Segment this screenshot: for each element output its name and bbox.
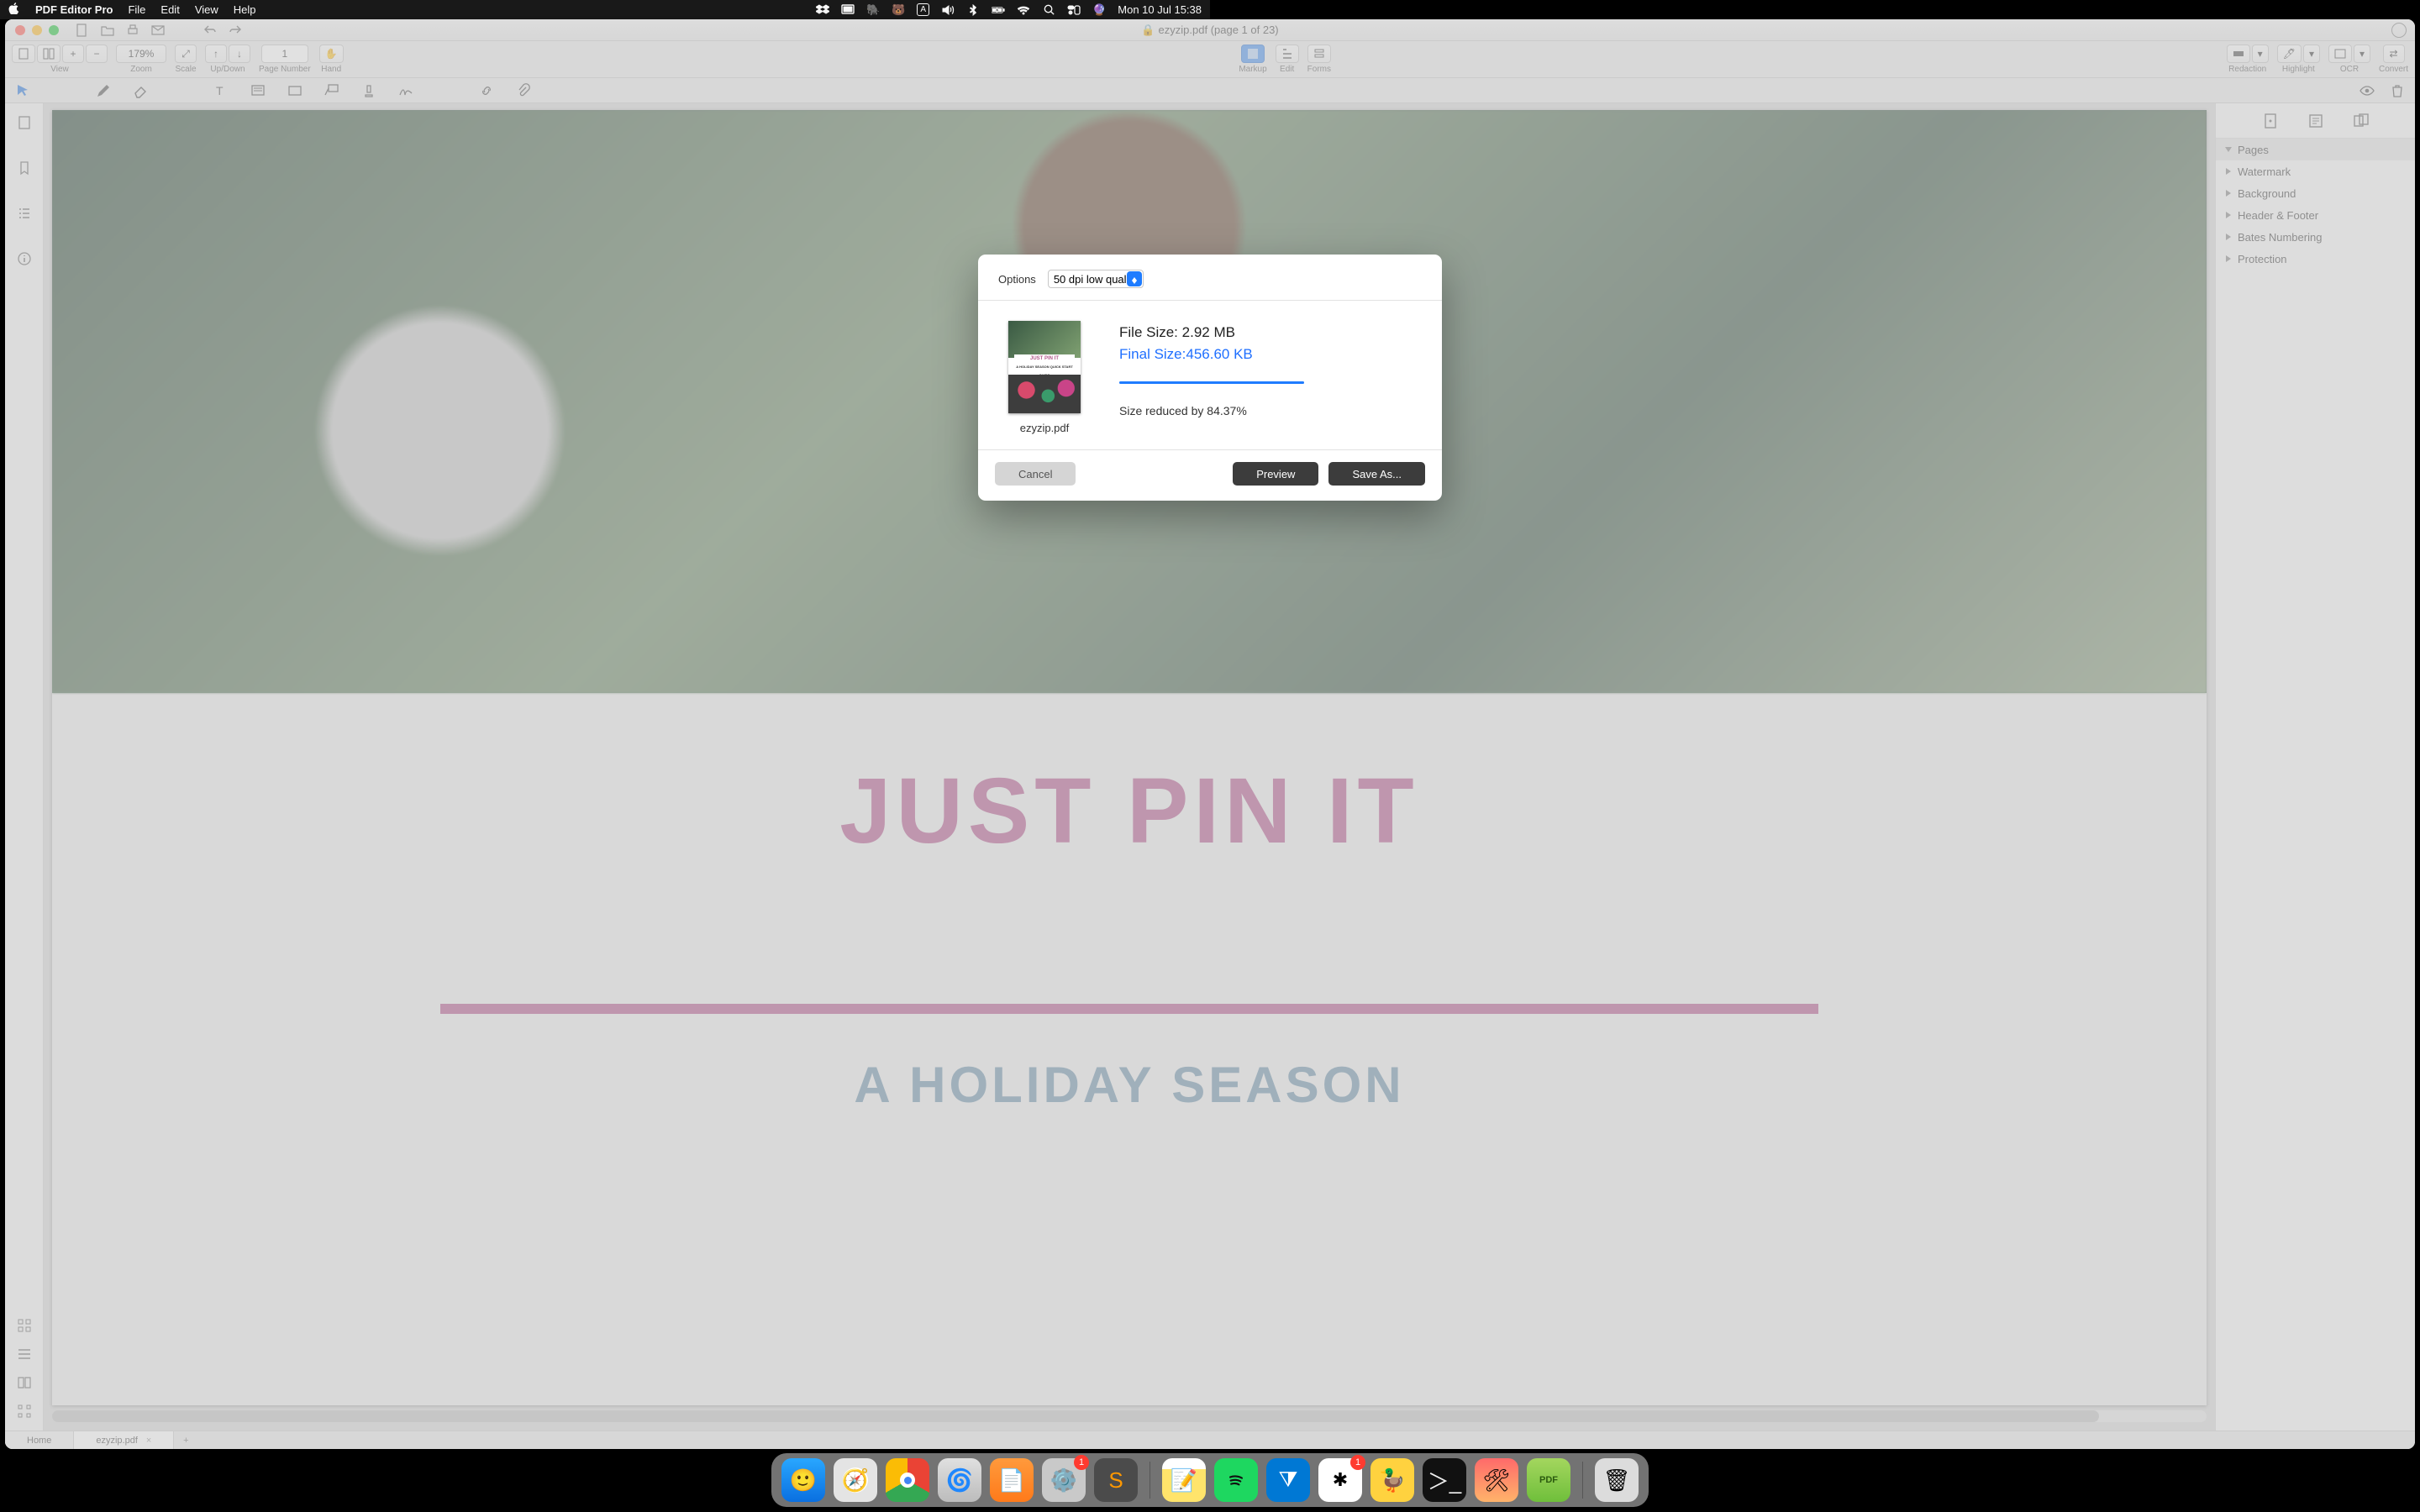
mac-menubar: PDF Editor Pro File Edit View Help 🐘 🐻 A… [0,0,1210,19]
compress-dialog: Options 50 dpi low quality JUST PIN ITA … [978,255,1442,501]
control-center-icon[interactable] [1067,3,1081,17]
siri-icon[interactable]: 🔮 [1092,3,1106,17]
view-menu[interactable]: View [195,3,218,16]
select-stepper-icon[interactable] [1127,271,1142,286]
app-window: 🔒ezyzip.pdf (page 1 of 23) + − View 179%… [5,19,2415,1449]
preview-button[interactable]: Preview [1233,462,1318,486]
dropbox-status-icon[interactable] [816,3,829,17]
dock-trash-icon[interactable]: 🗑 [1595,1458,1639,1502]
dock-colorpicker-icon[interactable]: 🛠 [1475,1458,1518,1502]
display-status-icon[interactable] [841,3,855,17]
dock-chrome-icon[interactable] [886,1458,929,1502]
help-menu[interactable]: Help [234,3,256,16]
dock-preview-icon[interactable]: ⚙️1 [1042,1458,1086,1502]
final-size-line: Final Size:456.60 KB [1119,346,1422,363]
dock-terminal-icon[interactable]: ＞_ [1423,1458,1466,1502]
dock-cyberduck-icon[interactable]: 🦆 [1370,1458,1414,1502]
dock-notes-icon[interactable]: 📝 [1162,1458,1206,1502]
app-name-menu[interactable]: PDF Editor Pro [35,3,113,16]
options-label: Options [998,273,1036,286]
pdf-thumbnail: JUST PIN ITA HOLIDAY SEASON QUICK START … [1008,321,1081,413]
size-reduced-line: Size reduced by 84.37% [1119,404,1422,417]
clock[interactable]: Mon 10 Jul 15:38 [1118,3,1202,16]
modal-backdrop [5,19,2415,1449]
dock-vscode-icon[interactable]: ⧩ [1266,1458,1310,1502]
dock-preview-badge: 1 [1074,1455,1089,1470]
spotlight-icon[interactable] [1042,3,1055,17]
input-source-icon[interactable]: A [917,3,929,16]
evernote-status-icon[interactable]: 🐘 [866,3,880,17]
battery-status-icon[interactable] [992,3,1005,17]
wifi-status-icon[interactable] [1017,3,1030,17]
dock-sublime-icon[interactable]: S [1094,1458,1138,1502]
dock-slack-icon[interactable]: ✱1 [1318,1458,1362,1502]
file-size-line: File Size: 2.92 MB [1119,324,1422,341]
dock-pages-icon[interactable]: 📄 [990,1458,1034,1502]
dock: 🙂 🧭 🌀 📄 ⚙️1 S 📝 ⧩ ✱1 🦆 ＞_ 🛠 PDF 🗑 [771,1453,1649,1507]
edit-menu[interactable]: Edit [160,3,179,16]
cancel-button[interactable]: Cancel [995,462,1076,486]
apple-logo-icon[interactable] [8,3,20,17]
dock-safari-icon[interactable]: 🧭 [834,1458,877,1502]
dock-pdf-editor-icon[interactable]: PDF [1527,1458,1570,1502]
dock-finder-icon[interactable]: 🙂 [781,1458,825,1502]
thumbnail-filename: ezyzip.pdf [1020,422,1070,434]
file-menu[interactable]: File [128,3,145,16]
dock-spotify-icon[interactable] [1214,1458,1258,1502]
dock-slack-badge: 1 [1350,1455,1365,1470]
dock-orbit-icon[interactable]: 🌀 [938,1458,981,1502]
dock-separator [1582,1462,1583,1499]
volume-status-icon[interactable] [941,3,955,17]
bear-status-icon[interactable]: 🐻 [892,3,905,17]
bluetooth-status-icon[interactable] [966,3,980,17]
save-as-button[interactable]: Save As... [1328,462,1425,486]
progress-fill [1119,381,1304,384]
progress-bar [1119,381,1304,384]
